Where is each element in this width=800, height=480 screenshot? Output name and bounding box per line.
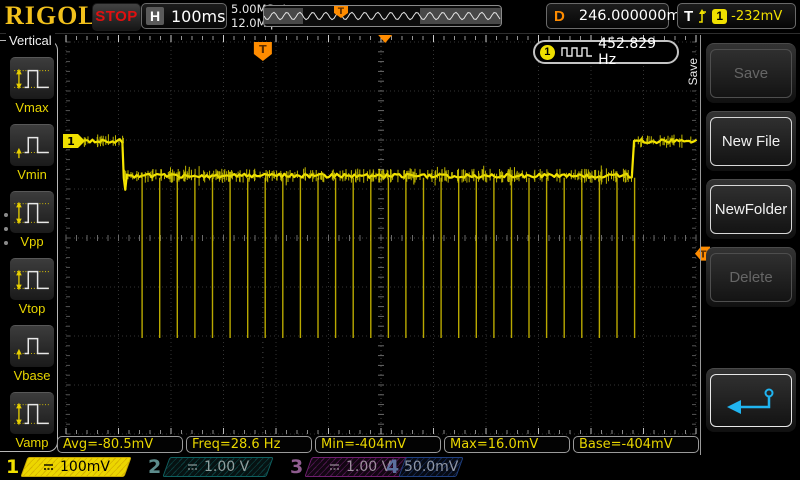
softkey-new-file[interactable]: New File (706, 111, 796, 171)
delay-label: D (554, 8, 565, 25)
vtop-icon (13, 266, 51, 294)
counter-source-badge: 1 (540, 45, 555, 60)
menu-item-vpp[interactable]: Vpp (10, 191, 54, 249)
timebase-value: 100ms (171, 7, 225, 26)
delay-value: 246.000000ms (579, 8, 688, 24)
channel-status-bar: 1 100mV 2 1.00 V 3 (0, 456, 800, 480)
left-menu-title: Vertical (6, 33, 55, 48)
softkey-label: New File (710, 117, 792, 166)
softkey-back[interactable] (706, 368, 796, 432)
channel-3-scale: 1.00 V (346, 459, 391, 475)
menu-item-label: Vtop (10, 301, 54, 316)
horizontal-label: H (146, 7, 164, 25)
measurement-base[interactable]: Base=-404mV (573, 436, 699, 453)
vmin-icon (13, 132, 51, 160)
menu-item-vmax[interactable]: Vmax (10, 57, 54, 115)
menu-item-label: Vbase (10, 368, 54, 383)
softkey-label: NewFolder (710, 185, 792, 234)
measurement-max[interactable]: Max=16.0mV (444, 436, 570, 453)
channel-4-scale: 50.0mV (404, 459, 458, 475)
frequency-counter: 1 452.829 Hz (533, 40, 679, 64)
channel-4-scale-chip[interactable]: 50.0mV (398, 457, 463, 477)
trigger-source-badge: 1 (712, 9, 727, 24)
softkey-save[interactable]: Save (706, 43, 796, 103)
memory-waveform-preview: T (263, 5, 502, 27)
oscilloscope-screen: RIGOL STOP H 100ms 5.00MSa/s 12.0M pts T… (0, 0, 800, 480)
trigger-box: T 1 -232mV (677, 3, 796, 29)
dc-coupling-icon (328, 462, 341, 472)
vmax-icon (13, 65, 51, 93)
softkey-new-folder[interactable]: NewFolder (706, 179, 796, 239)
brand-logo: RIGOL (5, 1, 97, 31)
measurement-min[interactable]: Min=-404mV (315, 436, 441, 453)
run-state-button[interactable]: STOP (92, 3, 141, 31)
rising-edge-icon (697, 8, 708, 24)
return-arrow-icon (721, 384, 781, 418)
measurement-bar: Avg=-80.5mV Freq=28.6 Hz Min=-404mV Max=… (0, 436, 800, 455)
channel-2-scale-chip[interactable]: 1.00 V (162, 457, 273, 477)
menu-item-label: Vmax (10, 100, 54, 115)
right-menu-tab: Save (686, 55, 700, 88)
horizontal-timebase-box: H 100ms (141, 3, 227, 29)
svg-text:T: T (338, 7, 345, 17)
preview-wave-icon: T (264, 6, 501, 26)
channel-2-number: 2 (148, 456, 161, 478)
measurement-avg[interactable]: Avg=-80.5mV (57, 436, 183, 453)
page-indicator (4, 203, 8, 255)
delay-box: D 246.000000ms (546, 3, 669, 29)
vpp-icon (13, 199, 51, 227)
trigger-level-value: -232mV (731, 9, 782, 24)
square-wave-icon (561, 46, 592, 58)
menu-item-label: Vmin (10, 167, 54, 182)
menu-item-vbase[interactable]: Vbase (10, 325, 54, 383)
channel-1-scale: 100mV (60, 459, 110, 475)
channel-1-number: 1 (6, 456, 19, 478)
right-menu-divider (700, 35, 701, 455)
menu-item-label: Vpp (10, 234, 54, 249)
svg-text:1: 1 (67, 135, 75, 148)
softkey-label: Delete (710, 253, 792, 302)
vamp-icon (13, 400, 51, 428)
menu-item-vtop[interactable]: Vtop (10, 258, 54, 316)
channel-3-number: 3 (290, 456, 303, 478)
top-status-bar: RIGOL STOP H 100ms 5.00MSa/s 12.0M pts T… (0, 0, 800, 34)
channel-4-number: 4 (386, 456, 399, 478)
waveform-display: 1 T T (0, 0, 800, 480)
softkey-delete[interactable]: Delete (706, 247, 796, 307)
svg-text:T: T (259, 43, 267, 56)
counter-value: 452.829 Hz (598, 36, 677, 68)
softkey-label: Save (710, 49, 792, 98)
channel-1-scale-chip[interactable]: 100mV (20, 457, 131, 477)
measurement-freq[interactable]: Freq=28.6 Hz (186, 436, 312, 453)
trigger-label: T (684, 8, 693, 25)
menu-item-vmin[interactable]: Vmin (10, 124, 54, 182)
vbase-icon (13, 333, 51, 361)
channel-2-scale: 1.00 V (204, 459, 249, 475)
dc-coupling-icon (42, 462, 55, 472)
dc-coupling-icon (186, 462, 199, 472)
